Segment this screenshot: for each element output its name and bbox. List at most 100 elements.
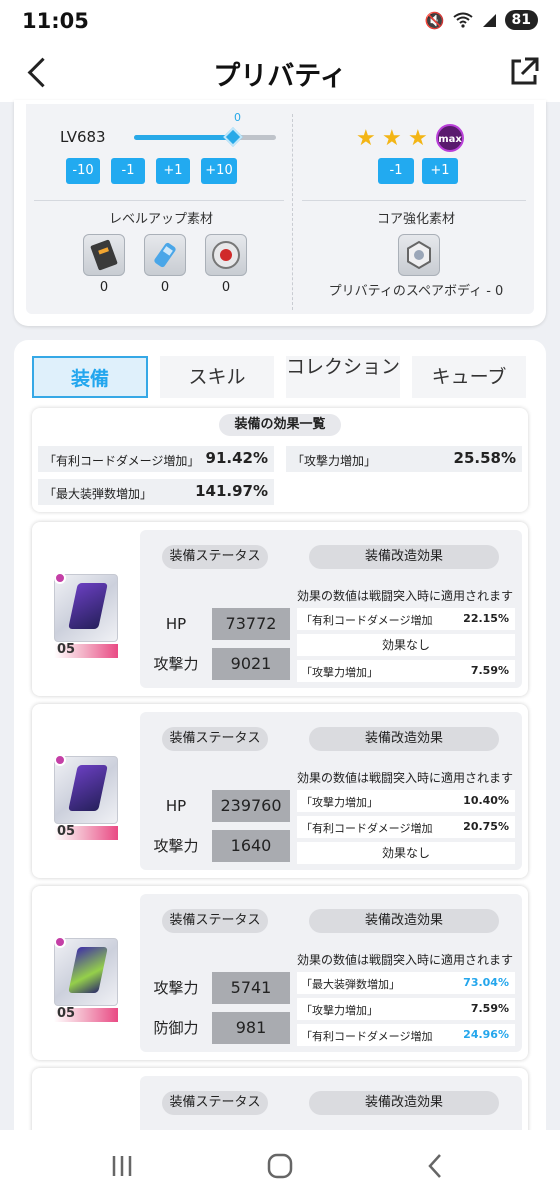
divider — [302, 200, 526, 201]
equipment-card[interactable]: 05 装備ステータス 装備改造効果 HP 73772 攻撃力 9021 効果の数… — [32, 522, 528, 696]
stat-value: 73772 — [212, 608, 290, 640]
system-nav-bar — [0, 1130, 560, 1200]
share-button[interactable] — [506, 54, 542, 90]
summary-item-label: 「最大装弾数増加」 — [44, 487, 153, 501]
back-nav-button[interactable] — [414, 1144, 458, 1188]
spare-body-label: プリバティのスペアボディ - 0 — [328, 284, 504, 299]
tab-collection[interactable]: コレクション — [286, 356, 400, 398]
stat-label: 攻撃力 — [153, 655, 199, 673]
stat-label: 攻撃力 — [153, 837, 199, 855]
stat-value: 9021 — [212, 648, 290, 680]
max-badge: max — [436, 124, 464, 152]
summary-item-label: 「攻撃力増加」 — [292, 454, 377, 468]
levelup-materials-title: レベルアップ素材 — [108, 212, 213, 227]
level-plus-1-button[interactable]: +1 — [156, 158, 190, 184]
equipment-details: 装備ステータス 装備改造効果 HP 239760 攻撃力 1640 効果の数値は… — [140, 712, 522, 870]
summary-item: 「攻撃力増加」 25.58% — [286, 446, 522, 472]
tab-equipment[interactable]: 装備 — [32, 356, 148, 398]
effect-note: 効果の数値は戦闘突入時に適用されます — [297, 953, 514, 967]
level-slider[interactable] — [134, 127, 276, 147]
effect-row: 「攻撃力増加」 7.59% — [297, 660, 515, 682]
status-icons: 🔇 81 — [425, 10, 538, 30]
level-plus-10-button[interactable]: +10 — [201, 158, 237, 184]
stat-label: 攻撃力 — [153, 979, 199, 997]
equipment-level: 05 — [54, 824, 118, 840]
equipment-status-button[interactable]: 装備ステータス — [162, 727, 268, 751]
effect-none: 効果なし — [297, 842, 515, 864]
effect-note: 効果の数値は戦闘突入時に適用されます — [297, 589, 514, 603]
effect-row: 「有利コードダメージ増加」 22.15% — [297, 608, 515, 630]
equipment-status-button[interactable]: 装備ステータス — [162, 909, 268, 933]
enhance-panel-inner: LV683 0 -10 -1 +1 +10 レベルアップ素材 0 0 0 ★ ★… — [26, 104, 534, 314]
signal-icon — [482, 14, 496, 27]
material-count: 0 — [99, 280, 109, 295]
effect-row: 「有利コードダメージ増加」 24.96% — [297, 1024, 515, 1046]
equipment-card[interactable]: 05 装備ステータス 装備改造効果 攻撃力 5741 防御力 981 効果の数値… — [32, 886, 528, 1060]
panel-divider — [292, 114, 293, 310]
level-minus-10-button[interactable]: -10 — [66, 158, 100, 184]
equipment-mod-button[interactable]: 装備改造効果 — [309, 545, 499, 569]
summary-item-label: 「有利コードダメージ増加」 — [44, 454, 200, 468]
core-orb-icon[interactable] — [205, 234, 247, 276]
ticket-icon[interactable] — [83, 234, 125, 276]
equipment-mod-button[interactable]: 装備改造効果 — [309, 909, 499, 933]
effect-row: 「有利コードダメージ増加」 20.75% — [297, 816, 515, 838]
equipment-mod-button[interactable]: 装備改造効果 — [309, 1091, 499, 1115]
page-title: プリバティ — [213, 61, 347, 92]
stat-value: 5741 — [212, 972, 290, 1004]
effect-row: 「攻撃力増加」 7.59% — [297, 998, 515, 1020]
recent-apps-button[interactable] — [100, 1144, 144, 1188]
level-label: LV683 — [60, 128, 106, 146]
equipment-type-icon — [54, 754, 66, 766]
equipment-level: 05 — [54, 642, 118, 658]
stat-value: 1640 — [212, 830, 290, 862]
home-button[interactable] — [258, 1144, 302, 1188]
equipment-image[interactable] — [54, 938, 118, 1006]
back-nav-icon — [428, 1154, 441, 1178]
divider — [34, 200, 284, 201]
equipment-type-icon — [54, 572, 66, 584]
recent-apps-icon — [112, 1156, 132, 1176]
stat-label: HP — [165, 615, 187, 633]
star-icon: ★ — [356, 126, 376, 151]
core-minus-1-button[interactable]: -1 — [378, 158, 414, 184]
tab-cube[interactable]: キューブ — [412, 356, 526, 398]
effect-row: 「攻撃力増加」 10.40% — [297, 790, 515, 812]
stat-value: 239760 — [212, 790, 290, 822]
slider-thumb[interactable] — [223, 127, 244, 147]
stat-value: 981 — [212, 1012, 290, 1044]
equipment-status-button[interactable]: 装備ステータス — [162, 545, 268, 569]
home-icon — [267, 1153, 293, 1179]
effect-summary: 装備の効果一覧 「有利コードダメージ増加」 91.42% 「攻撃力増加」 25.… — [32, 408, 528, 512]
slider-fill — [134, 135, 234, 140]
equipment-type-icon — [54, 936, 66, 948]
main-panel: 装備 スキル コレクション キューブ 装備の効果一覧 「有利コードダメージ増加」… — [14, 340, 546, 1148]
equipment-status-button[interactable]: 装備ステータス — [162, 1091, 268, 1115]
tab-skill[interactable]: スキル — [160, 356, 274, 398]
level-minus-1-button[interactable]: -1 — [111, 158, 145, 184]
battery-level: 81 — [504, 10, 538, 30]
effect-none: 効果なし — [297, 634, 515, 656]
status-bar: 11:05 🔇 81 — [0, 0, 560, 46]
stat-label: 防御力 — [153, 1019, 199, 1037]
star-icon: ★ — [382, 126, 402, 151]
mute-icon: 🔇 — [424, 10, 445, 30]
material-count: 0 — [160, 280, 170, 295]
equipment-mod-button[interactable]: 装備改造効果 — [309, 727, 499, 751]
external-link-icon — [511, 57, 539, 85]
stat-label: HP — [165, 797, 187, 815]
effect-summary-title: 装備の効果一覧 — [219, 414, 341, 436]
battery-icon[interactable] — [144, 234, 186, 276]
equipment-image[interactable] — [54, 574, 118, 642]
summary-item-value: 91.42% — [205, 449, 268, 467]
core-plus-1-button[interactable]: +1 — [422, 158, 458, 184]
equipment-image[interactable] — [54, 756, 118, 824]
star-icon: ★ — [408, 126, 428, 151]
spare-body-icon[interactable] — [398, 234, 440, 276]
app-bar: プリバティ — [0, 46, 560, 102]
equipment-card[interactable]: 05 装備ステータス 装備改造効果 HP 239760 攻撃力 1640 効果の… — [32, 704, 528, 878]
summary-item: 「有利コードダメージ増加」 91.42% — [38, 446, 274, 472]
material-count: 0 — [221, 280, 231, 295]
summary-item-value: 25.58% — [453, 449, 516, 467]
enhance-panel: LV683 0 -10 -1 +1 +10 レベルアップ素材 0 0 0 ★ ★… — [14, 100, 546, 326]
